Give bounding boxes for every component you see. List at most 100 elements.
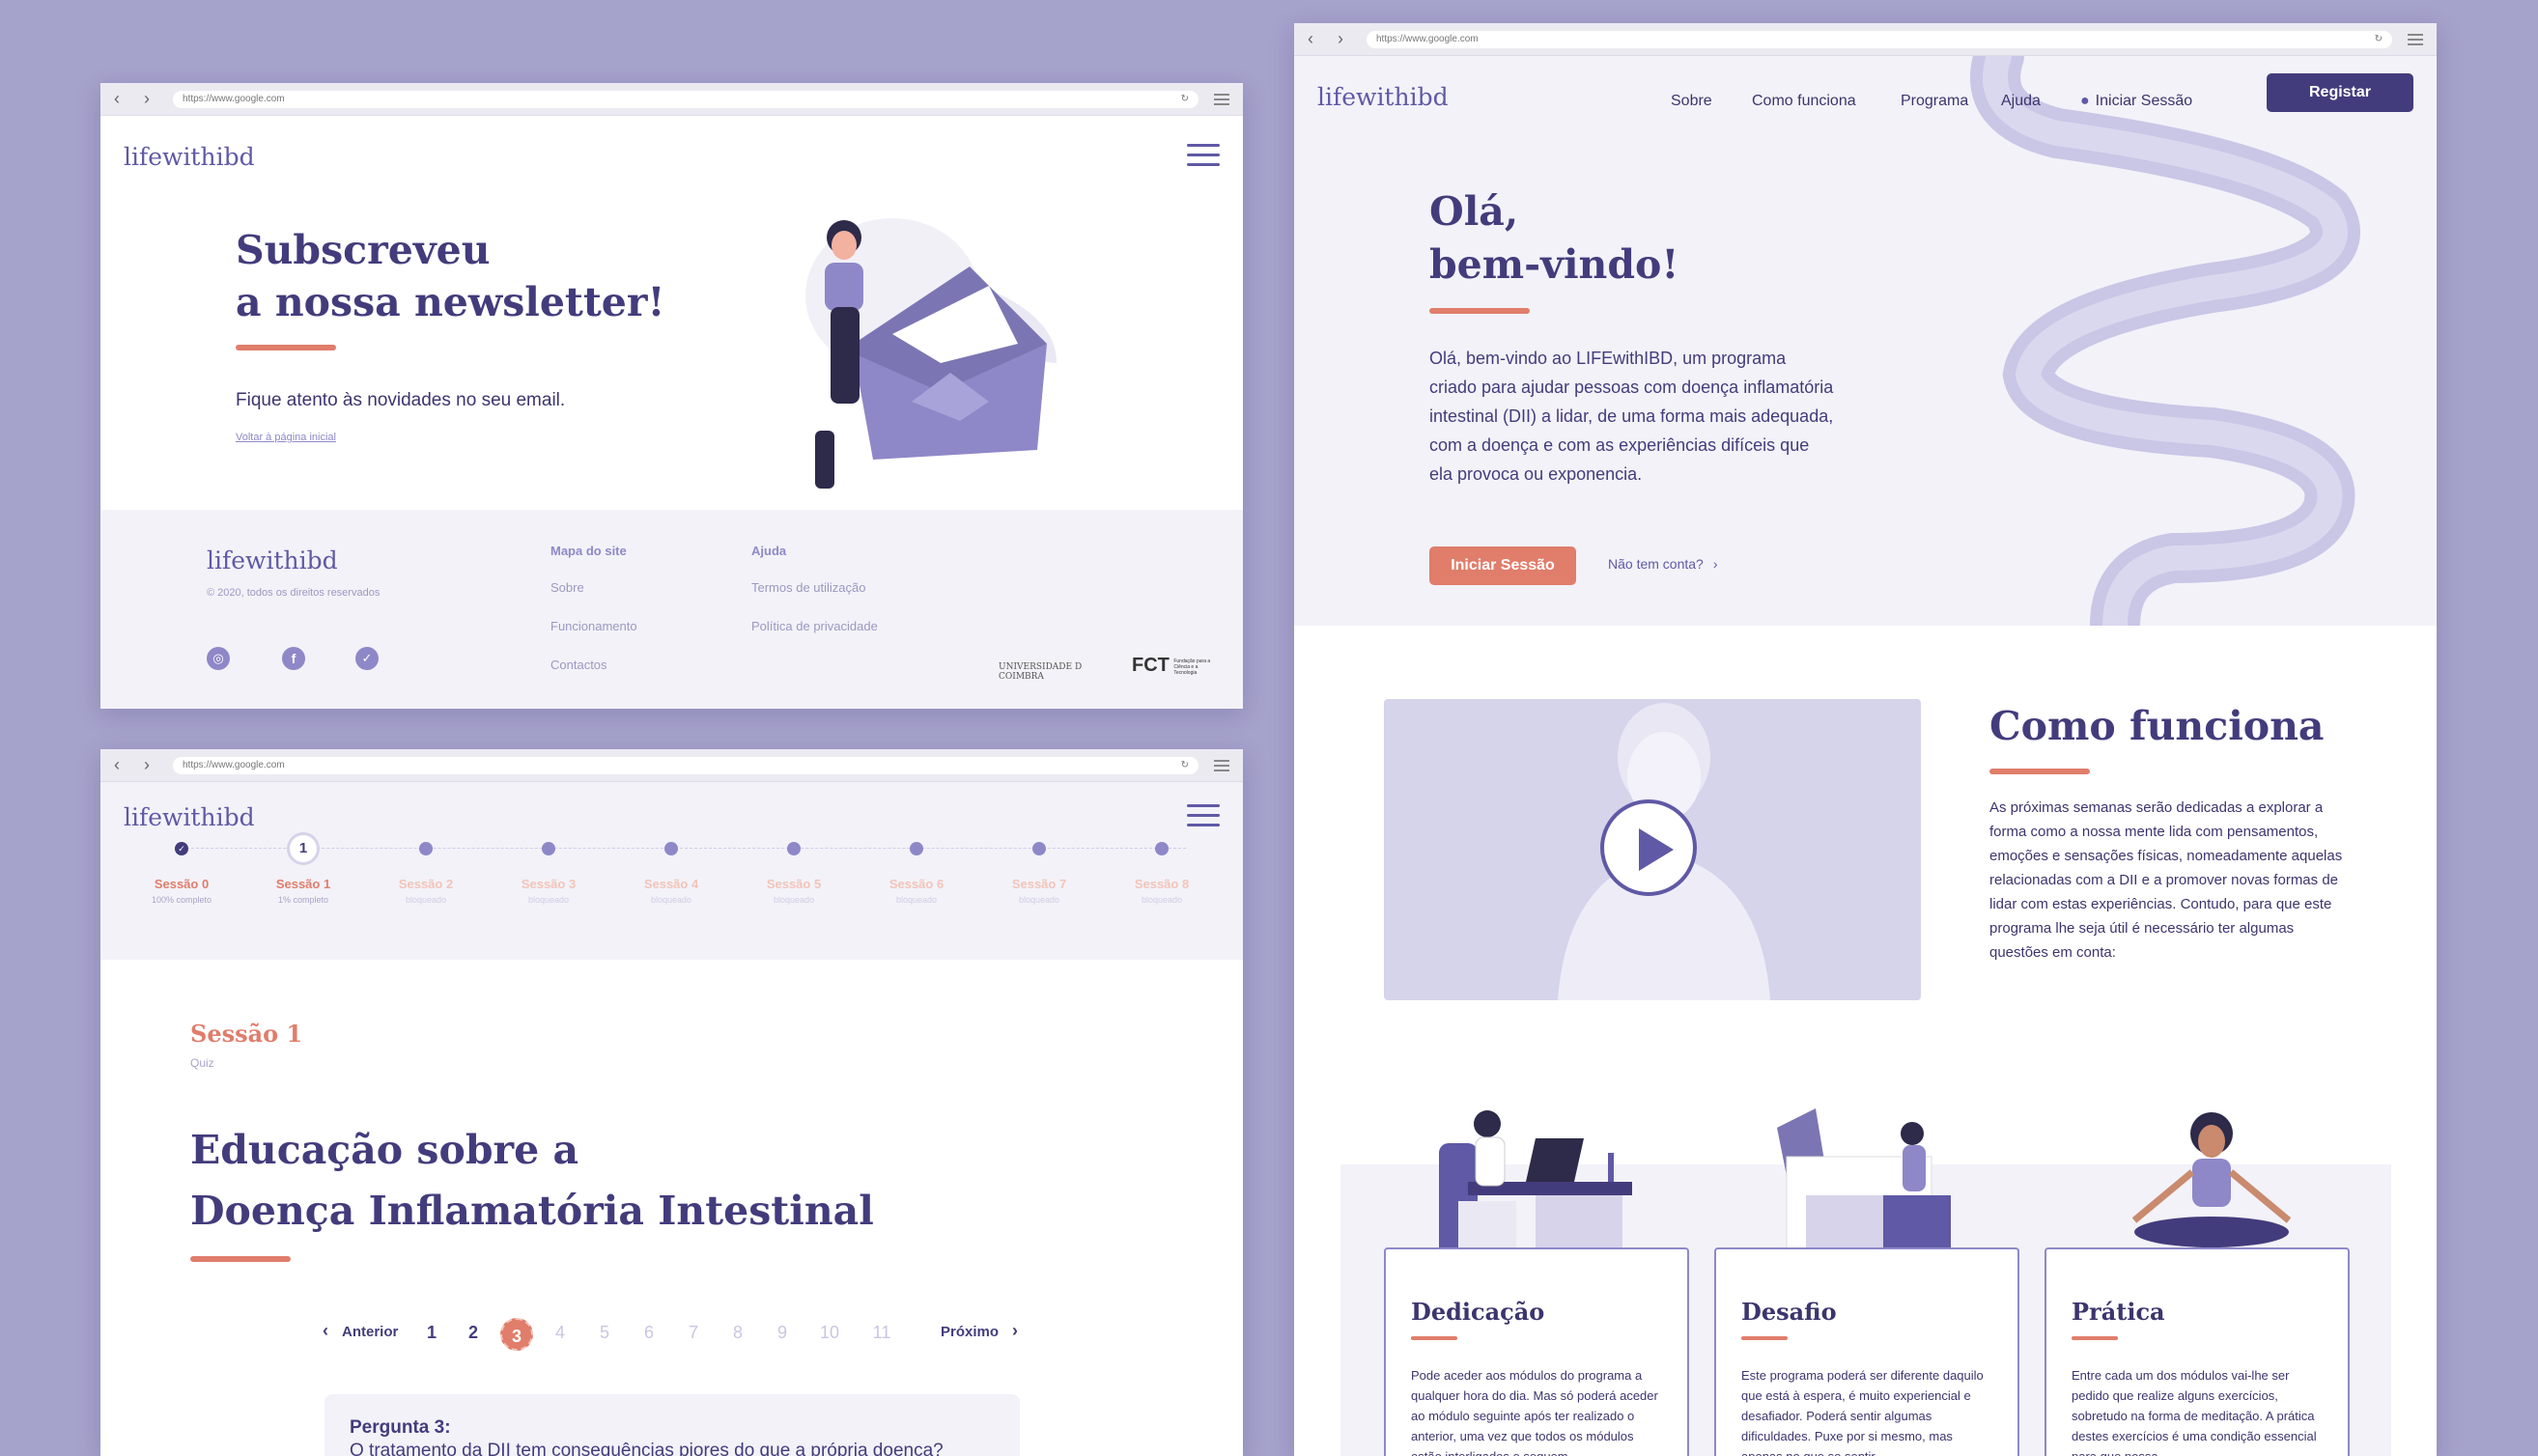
no-account-link[interactable]: Não tem conta? › [1608,556,1718,572]
lock-icon [419,842,433,855]
session-step-0[interactable]: ✓ Sessão 0 100% completo [128,782,235,905]
user-icon: ● [2080,93,2090,109]
how-it-works-text: As próximas semanas serão dedicadas a ex… [1989,799,2343,961]
hero-login-button[interactable]: Iniciar Sessão [1429,546,1576,585]
hero-underline [1429,308,1530,314]
nav-sobre[interactable]: Sobre [1671,93,1712,110]
how-it-works-title: Como funciona [1989,703,2325,749]
footer-link-sobre[interactable]: Sobre [550,580,584,595]
session-step-3[interactable]: Sessão 3 bloqueado [495,782,602,905]
step-label: Sessão 7 [1011,877,1067,891]
back-forward-icon[interactable]: ‹ › [114,89,159,109]
step-label: Sessão 1 [275,877,331,891]
play-button[interactable] [1600,799,1697,896]
play-icon [1639,828,1674,871]
card-desafio: Desafio Este programa poderá ser diferen… [1714,1247,2019,1456]
step-status: bloqueado [895,895,938,905]
step-label: Sessão 6 [888,877,945,891]
card-title: Prática [2072,1298,2165,1326]
hero-section: lifewithibd Sobre Como funciona Programa… [1294,56,2437,626]
footer-logo[interactable]: lifewithibd [207,546,338,574]
nav-programa[interactable]: Programa [1901,93,1968,110]
intestine-illustration [1970,56,2360,626]
page-7[interactable]: 7 [679,1323,708,1343]
prev-page-button[interactable]: ‹ Anterior [323,1321,398,1341]
card-text: Entre cada um dos módulos vai-lhe ser pe… [2072,1368,2317,1456]
session-step-7[interactable]: Sessão 7 bloqueado [986,782,1092,905]
instagram-icon[interactable]: ◎ [207,647,230,670]
address-bar[interactable]: https://www.google.com ↻ [173,90,1198,108]
completed-check-icon: ✓ [175,842,188,855]
footer-link-terms[interactable]: Termos de utilização [751,580,866,595]
reload-icon[interactable]: ↻ [1181,94,1189,104]
footer-link-funcionamento[interactable]: Funcionamento [550,619,637,633]
login-label: Iniciar Sessão [2095,93,2193,109]
page-5[interactable]: 5 [590,1323,619,1343]
current-step-indicator: 1 [287,832,320,865]
no-account-label: Não tem conta? [1608,556,1704,572]
card-text: Este programa poderá ser diferente daqui… [1741,1368,1984,1456]
session-step-6[interactable]: Sessão 6 bloqueado [863,782,970,905]
address-bar[interactable]: https://www.google.com ↻ [173,756,1198,774]
address-bar[interactable]: https://www.google.com ↻ [1367,30,2392,48]
step-status: bloqueado [405,895,447,905]
video-player[interactable] [1384,699,1921,1000]
footer-link-privacy[interactable]: Política de privacidade [751,619,878,633]
lock-icon [1032,842,1046,855]
url-text: https://www.google.com [183,760,285,770]
logo[interactable]: lifewithibd [1317,83,1449,111]
help-title: Ajuda [751,544,787,558]
page-6[interactable]: 6 [634,1323,663,1343]
card-dedicacao: Dedicação Pode aceder aos módulos do pro… [1384,1247,1689,1456]
session-step-5[interactable]: Sessão 5 bloqueado [741,782,847,905]
next-page-button[interactable]: Próximo › [941,1321,1018,1341]
step-status: bloqueado [773,895,815,905]
session-step-1[interactable]: 1 Sessão 1 1% completo [250,782,356,905]
chevron-right-icon: › [1012,1321,1019,1340]
card-underline [1741,1336,1788,1340]
browser-menu-icon[interactable] [1214,91,1229,108]
step-status: 100% completo [151,895,212,905]
page-10[interactable]: 10 [815,1323,844,1343]
card-title: Dedicação [1411,1298,1545,1326]
page-9[interactable]: 9 [768,1323,797,1343]
reload-icon[interactable]: ↻ [1181,760,1189,770]
session-step-8[interactable]: Sessão 8 bloqueado [1109,782,1215,905]
back-home-link[interactable]: Voltar à página inicial [236,432,336,443]
footer: lifewithibd © 2020, todos os direitos re… [100,510,1243,709]
reload-icon[interactable]: ↻ [2375,34,2383,44]
register-button[interactable]: Registar [2267,73,2413,112]
nav-como-funciona[interactable]: Como funciona [1752,93,1856,110]
twitter-icon[interactable]: ✓ [355,647,379,670]
step-label: Sessão 2 [398,877,454,891]
lock-icon [910,842,923,855]
browser-menu-icon[interactable] [2408,31,2423,48]
session-stepper: ✓ Sessão 0 100% completo 1 Sessão 1 1% c… [100,782,1243,960]
login-link[interactable]: ● Iniciar Sessão [2080,93,2192,110]
card-underline [1411,1336,1457,1340]
facebook-icon[interactable]: f [282,647,305,670]
hamburger-menu-icon[interactable] [1187,137,1220,173]
session-step-2[interactable]: Sessão 2 bloqueado [373,782,479,905]
logo[interactable]: lifewithibd [124,143,255,171]
copyright: © 2020, todos os direitos reservados [207,587,381,599]
page-3-current[interactable]: 3 [500,1318,533,1351]
page-4[interactable]: 4 [546,1323,575,1343]
nav-ajuda[interactable]: Ajuda [2001,93,2041,110]
footer-link-contactos[interactable]: Contactos [550,658,607,672]
back-forward-icon[interactable]: ‹ › [1308,29,1353,49]
question-text: O tratamento da DII tem consequências pi… [350,1441,944,1456]
back-forward-icon[interactable]: ‹ › [114,755,159,775]
page-2[interactable]: 2 [459,1323,488,1343]
question-label: Pergunta 3: [350,1417,451,1438]
page-1[interactable]: 1 [417,1323,446,1343]
card-title: Desafio [1741,1298,1837,1326]
step-status: bloqueado [527,895,570,905]
page-11[interactable]: 11 [867,1323,896,1343]
page-8[interactable]: 8 [723,1323,752,1343]
session-step-4[interactable]: Sessão 4 bloqueado [618,782,724,905]
card-underline [2072,1336,2118,1340]
pagination: ‹ Anterior 1 2 3 4 5 6 7 8 9 10 11 Próxim… [323,1317,1124,1352]
browser-menu-icon[interactable] [1214,757,1229,774]
sitemap-title: Mapa do site [550,544,627,558]
